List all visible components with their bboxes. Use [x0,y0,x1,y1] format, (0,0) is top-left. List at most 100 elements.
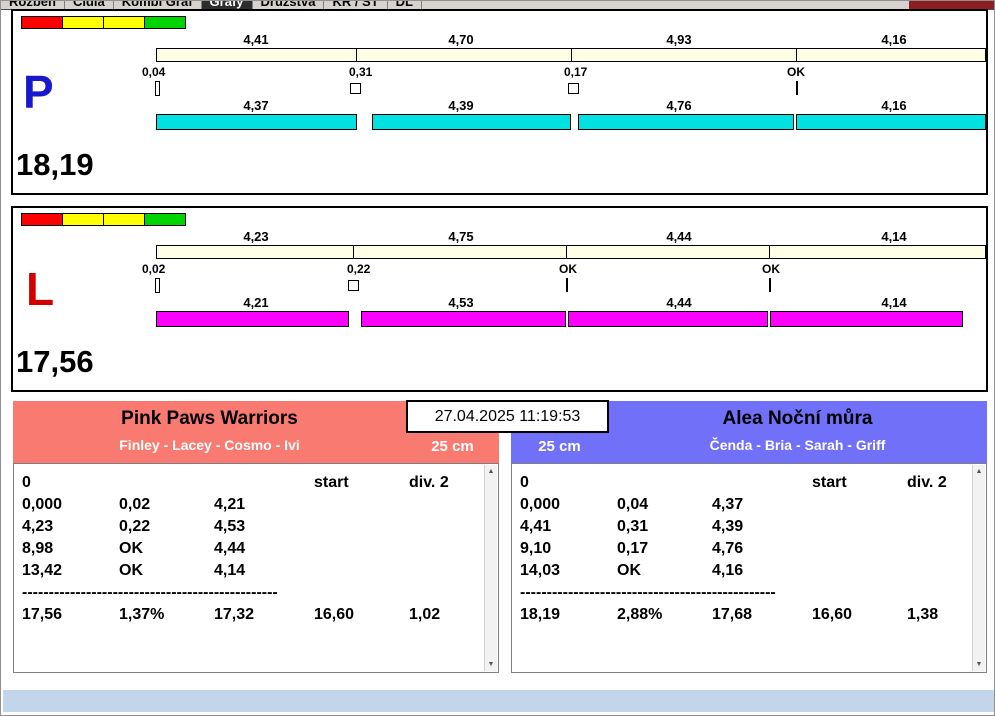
cross-time-1: 0,04 [142,65,166,79]
cell: 1,02 [409,606,441,623]
run-time-3: 4,44 [666,295,692,310]
cell: 4,23 [22,518,54,535]
table-row: 0,000 0,04 4,37 [520,494,966,516]
crossing-marker-line [796,81,798,95]
cell: 4,16 [712,562,744,579]
run-time-3: 4,76 [666,98,692,113]
tab-kr-st[interactable]: KR / ST [324,1,388,9]
scroll-down-icon[interactable]: ▼ [485,658,497,671]
table-row: 14,03 OK 4,16 [520,560,966,582]
cell: 4,37 [712,496,744,513]
split-time-3: 4,93 [666,32,692,47]
run-time-4: 4,14 [881,295,907,310]
cell: 0,04 [617,496,649,513]
tab-cidla[interactable]: Čidla [65,1,114,9]
lane-panel-p: 4,41 4,70 4,93 4,16 0,04 0,31 0,17 OK 4,… [11,9,988,195]
run-time-1: 4,37 [243,98,269,113]
cell: OK [119,562,143,579]
run-time-2: 4,53 [448,295,474,310]
left-team-category: 25 cm [431,438,474,455]
run-time-4: 4,16 [881,98,907,113]
light-green [144,16,186,29]
tab-druzstva[interactable]: Družstva [253,1,325,9]
tab-grafy[interactable]: Grafy [201,1,253,9]
run-bar-segment [361,311,566,327]
right-team-category: 25 cm [538,438,581,455]
crossing-marker-rect [155,278,160,293]
cell: 0,000 [22,496,63,513]
traffic-lights [21,213,186,226]
cell: 16,60 [812,606,853,623]
left-team-table: 0 start div. 2 0,000 0,02 4,21 4,23 0,22… [13,463,499,673]
scroll-up-icon[interactable]: ▲ [973,465,985,478]
run-bar-segment [578,114,794,130]
lane-panel-l: 4,23 4,75 4,44 4,14 0,02 0,22 OK OK 4,21… [11,206,988,392]
cell: 0,02 [119,496,151,513]
cell: 0,31 [617,518,649,535]
cell [119,472,214,494]
cross-time-4: OK [762,262,780,276]
cell: 4,44 [214,540,246,557]
scroll-down-icon[interactable]: ▼ [973,658,985,671]
table-separator: ----------------------------------------… [22,584,278,601]
cell: 8,98 [22,540,54,557]
table-separator: ----------------------------------------… [520,584,776,601]
timeline-divider [566,246,567,258]
cell: start [812,474,847,491]
cell: start [314,474,349,491]
lane-total: 17,56 [16,344,94,379]
crossing-marker-line [566,278,568,292]
crossing-marker-square [348,280,359,291]
light-red [21,16,63,29]
crossing-marker-rect [155,81,160,96]
run-bar-segment [156,311,349,327]
cell [617,472,712,494]
timeline-divider [356,49,357,61]
tab-dl[interactable]: DL [388,1,423,9]
crossing-marker-square [568,83,579,94]
run-time-1: 4,21 [243,295,269,310]
cell [712,472,812,494]
table-row: 4,41 0,31 4,39 [520,516,966,538]
split-time-4: 4,16 [881,32,907,47]
cross-time-2: 0,31 [349,65,373,79]
scroll-up-icon[interactable]: ▲ [485,465,497,478]
tab-kombi-graf[interactable]: Kombi Graf [114,1,202,9]
cell: OK [617,562,641,579]
right-team-table: 0 start div. 2 0,000 0,04 4,37 4,41 0,31… [511,463,987,673]
split-time-2: 4,70 [448,32,474,47]
lane-letter: L [26,263,55,315]
cell: 4,14 [214,562,246,579]
cell: 0,17 [617,540,649,557]
cell: div. 2 [907,474,947,491]
crossing-marker-square [350,83,361,94]
right-team-members: Čenda - Bria - Sarah - Griff [709,437,886,453]
vertical-scrollbar[interactable]: ▲ ▼ [484,465,497,671]
cell: 4,21 [214,496,246,513]
cell: 17,68 [712,606,753,623]
right-team-name: Alea Noční můra [722,408,873,429]
table-totals-row: 17,56 1,37% 17,32 16,60 1,02 [22,604,478,626]
cell: 0,22 [119,518,151,535]
run-bar-segment [796,114,986,130]
cell: 9,10 [520,540,552,557]
timeline-divider [769,246,770,258]
left-team-name: Pink Paws Warriors [121,408,298,429]
cell: 1,38 [907,606,939,623]
cell: 4,76 [712,540,744,557]
cell: 13,42 [22,562,63,579]
table-row: 13,42 OK 4,14 [22,560,478,582]
split-time-4: 4,14 [881,229,907,244]
cell: div. 2 [409,474,449,491]
timeline-divider [796,49,797,61]
light-yellow-2 [103,213,145,226]
cell: 16,60 [314,606,355,623]
table-row: 0,000 0,02 4,21 [22,494,478,516]
split-time-2: 4,75 [448,229,474,244]
tab-rozbeh[interactable]: Rozběh [1,1,65,9]
left-team-members: Finley - Lacey - Cosmo - Ivi [119,437,300,453]
cell: 14,03 [520,562,561,579]
lane-letter: P [23,66,54,118]
vertical-scrollbar[interactable]: ▲ ▼ [972,465,985,671]
table-row: 4,23 0,22 4,53 [22,516,478,538]
